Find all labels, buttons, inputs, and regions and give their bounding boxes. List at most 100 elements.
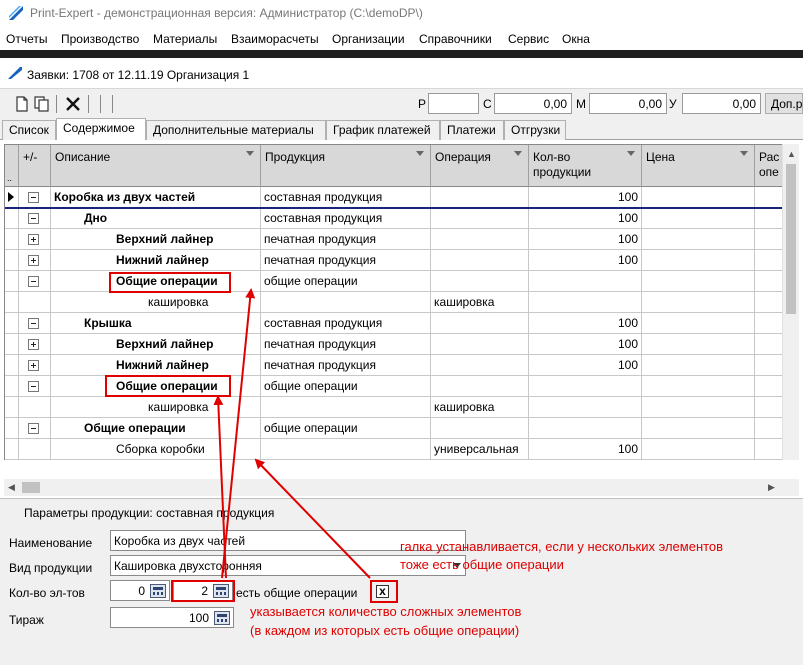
product-cell[interactable]: печатная продукция: [261, 334, 431, 355]
description-cell[interactable]: Крышка: [51, 313, 261, 334]
row-toggle-cell[interactable]: [19, 418, 51, 439]
col-header-operation[interactable]: Операция: [431, 145, 529, 187]
extra-cell[interactable]: [755, 355, 782, 376]
product-cell[interactable]: [261, 292, 431, 313]
row-marker[interactable]: [5, 376, 19, 397]
price-cell[interactable]: [642, 439, 755, 460]
extra-cell[interactable]: [755, 271, 782, 292]
row-marker[interactable]: [5, 250, 19, 271]
row-toggle-cell[interactable]: [19, 208, 51, 229]
qty-cell[interactable]: 100: [529, 313, 642, 334]
col-header-toggle[interactable]: +/-: [19, 145, 51, 187]
extra-cell[interactable]: [755, 397, 782, 418]
extra-cell[interactable]: [755, 418, 782, 439]
table-row[interactable]: Верхний лайнер печатная продукция 100: [5, 334, 782, 355]
sort-arrow-icon[interactable]: [627, 151, 635, 156]
operation-cell[interactable]: [431, 271, 529, 292]
scroll-up-icon[interactable]: ▲: [787, 149, 796, 159]
operation-cell[interactable]: [431, 250, 529, 271]
operation-cell[interactable]: [431, 208, 529, 229]
tab-extra-materials[interactable]: Дополнительные материалы: [146, 120, 326, 140]
extra-cell[interactable]: [755, 208, 782, 229]
menu-service[interactable]: Сервис: [508, 32, 549, 46]
description-cell[interactable]: Нижний лайнер: [51, 355, 261, 376]
price-cell[interactable]: [642, 187, 755, 208]
product-cell[interactable]: печатная продукция: [261, 355, 431, 376]
description-cell[interactable]: Верхний лайнер: [51, 334, 261, 355]
table-row[interactable]: Верхний лайнер печатная продукция 100: [5, 229, 782, 250]
description-cell[interactable]: Общие операции: [51, 418, 261, 439]
table-row[interactable]: Дно составная продукция 100: [5, 208, 782, 229]
calculator-icon[interactable]: [214, 611, 230, 625]
extra-cell[interactable]: [755, 313, 782, 334]
product-cell[interactable]: [261, 397, 431, 418]
scroll-left-icon[interactable]: ◀: [8, 482, 15, 493]
menu-windows[interactable]: Окна: [562, 32, 590, 46]
expand-icon[interactable]: [28, 339, 39, 350]
menu-settlements[interactable]: Взаиморасчеты: [231, 32, 319, 46]
operation-cell[interactable]: [431, 313, 529, 334]
product-cell[interactable]: общие операции: [261, 376, 431, 397]
price-cell[interactable]: [642, 355, 755, 376]
price-cell[interactable]: [642, 271, 755, 292]
qty-cell[interactable]: [529, 376, 642, 397]
product-cell[interactable]: составная продукция: [261, 208, 431, 229]
table-row[interactable]: Крышка составная продукция 100: [5, 313, 782, 334]
row-marker[interactable]: [5, 418, 19, 439]
col-header-qty[interactable]: Кол-во продукции: [529, 145, 642, 187]
collapse-icon[interactable]: [28, 192, 39, 203]
delete-icon[interactable]: [64, 95, 82, 113]
row-toggle-cell[interactable]: [19, 250, 51, 271]
product-cell[interactable]: составная продукция: [261, 313, 431, 334]
description-cell[interactable]: кашировка: [51, 397, 261, 418]
m-field[interactable]: 0,00: [589, 93, 667, 114]
row-toggle-cell[interactable]: [19, 229, 51, 250]
operation-cell[interactable]: кашировка: [431, 292, 529, 313]
price-cell[interactable]: [642, 397, 755, 418]
row-toggle-cell[interactable]: [19, 187, 51, 208]
menu-production[interactable]: Производство: [61, 32, 139, 46]
sort-arrow-icon[interactable]: [246, 151, 254, 156]
row-toggle-cell[interactable]: [19, 355, 51, 376]
description-cell[interactable]: Нижний лайнер: [51, 250, 261, 271]
qty-cell[interactable]: 100: [529, 187, 642, 208]
vertical-scrollbar[interactable]: ▲: [782, 144, 799, 460]
table-row[interactable]: Сборка коробки универсальная 100: [5, 439, 782, 460]
menu-organizations[interactable]: Организации: [332, 32, 405, 46]
operation-cell[interactable]: [431, 418, 529, 439]
qty-cell[interactable]: 100: [529, 208, 642, 229]
row-marker[interactable]: [5, 334, 19, 355]
u-field[interactable]: 0,00: [682, 93, 761, 114]
description-cell[interactable]: кашировка: [51, 292, 261, 313]
extra-cell[interactable]: [755, 439, 782, 460]
product-cell[interactable]: печатная продукция: [261, 229, 431, 250]
price-cell[interactable]: [642, 418, 755, 439]
product-cell[interactable]: составная продукция: [261, 187, 431, 208]
sort-arrow-icon[interactable]: [740, 151, 748, 156]
row-marker[interactable]: [5, 313, 19, 334]
scroll-thumb[interactable]: [22, 482, 40, 493]
sort-arrow-icon[interactable]: [416, 151, 424, 156]
qty-cell[interactable]: 100: [529, 334, 642, 355]
collapse-icon[interactable]: [28, 213, 39, 224]
operation-cell[interactable]: [431, 229, 529, 250]
horizontal-scrollbar[interactable]: ◀ ▶: [4, 479, 782, 496]
description-cell[interactable]: Верхний лайнер: [51, 229, 261, 250]
menu-references[interactable]: Справочники: [419, 32, 492, 46]
col-header-description[interactable]: Описание: [51, 145, 261, 187]
description-cell[interactable]: Коробка из двух частей: [51, 187, 261, 208]
copy-icon[interactable]: [33, 95, 51, 113]
table-row[interactable]: Нижний лайнер печатная продукция 100: [5, 250, 782, 271]
c-field[interactable]: 0,00: [494, 93, 572, 114]
description-cell[interactable]: Сборка коробки: [51, 439, 261, 460]
table-row[interactable]: кашировка кашировка: [5, 292, 782, 313]
operation-cell[interactable]: [431, 376, 529, 397]
col-header-price[interactable]: Цена: [642, 145, 755, 187]
collapse-icon[interactable]: [28, 276, 39, 287]
menu-materials[interactable]: Материалы: [153, 32, 217, 46]
row-toggle-cell[interactable]: [19, 376, 51, 397]
extra-params-button[interactable]: Доп.р: [765, 93, 803, 114]
expand-icon[interactable]: [28, 360, 39, 371]
price-cell[interactable]: [642, 376, 755, 397]
row-toggle-cell[interactable]: [19, 439, 51, 460]
